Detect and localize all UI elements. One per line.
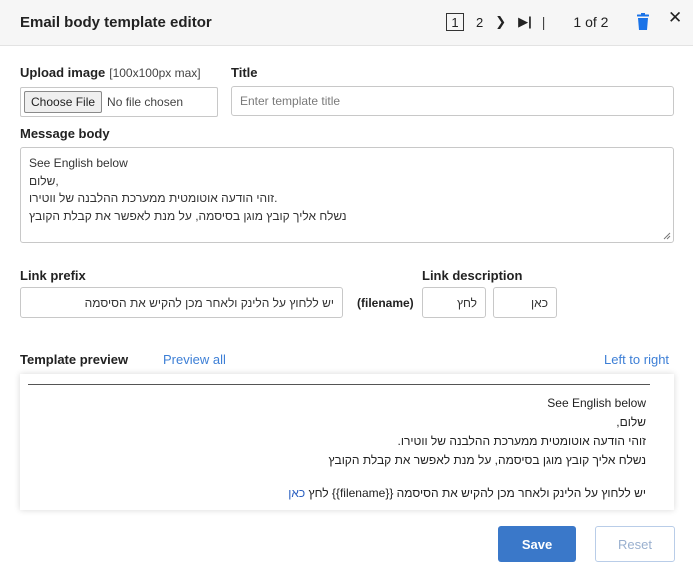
template-preview-box: See English below שלום, זוהי הודעה אוטומ… <box>20 374 674 510</box>
filename-token: (filename) <box>357 296 414 310</box>
direction-toggle-link[interactable]: Left to right <box>604 352 669 367</box>
upload-image-label: Upload image [100x100px max] <box>20 65 201 80</box>
reset-button[interactable]: Reset <box>595 526 675 562</box>
upload-image-label-text: Upload image <box>20 65 106 80</box>
trash-icon[interactable] <box>636 13 650 31</box>
pager: 1 2 ❯ ▶| | 1 of 2 <box>446 11 608 33</box>
preview-link[interactable]: כאן <box>288 486 305 500</box>
preview-link-text: יש ללחוץ על הלינק ולאחר מכן להקיש את הסי… <box>308 486 646 500</box>
message-line: שלום, <box>29 173 59 188</box>
close-icon[interactable]: ✕ <box>668 8 682 28</box>
link-description-label: Link description <box>422 268 523 283</box>
title-input[interactable]: Enter template title <box>231 86 674 116</box>
preview-link-line: יש ללחוץ על הלינק ולאחר מכן להקיש את הסי… <box>288 486 646 500</box>
upload-size-hint: [100x100px max] <box>109 66 201 80</box>
link-prefix-label: Link prefix <box>20 268 86 283</box>
preview-line: נשלח אליך קובץ מוגן בסיסמה, על מנת לאפשר… <box>328 453 646 467</box>
preview-line: See English below <box>547 396 646 410</box>
pager-separator: | <box>541 14 546 30</box>
page-count: 1 of 2 <box>573 14 609 30</box>
chevron-right-icon[interactable]: ❯ <box>495 14 506 30</box>
message-line: זוהי הודעה אוטומטית ממערכת ההלבנה של ווט… <box>29 191 278 205</box>
preview-divider <box>28 384 650 385</box>
message-body-label: Message body <box>20 126 110 141</box>
template-preview-label: Template preview <box>20 352 129 367</box>
page-2-link[interactable]: 2 <box>476 15 483 30</box>
skip-to-last-icon[interactable]: ▶| <box>518 14 532 30</box>
save-button[interactable]: Save <box>498 526 576 562</box>
dialog-header: Email body template editor 1 2 ❯ ▶| | 1 … <box>0 0 693 46</box>
preview-line: זוהי הודעה אוטומטית ממערכת ההלבנה של ווט… <box>397 434 646 448</box>
link-description-input-1[interactable]: לחץ <box>422 287 486 318</box>
preview-line: שלום, <box>616 415 646 429</box>
dialog-title: Email body template editor <box>20 14 212 31</box>
page-current[interactable]: 1 <box>446 13 464 31</box>
preview-all-link[interactable]: Preview all <box>163 352 226 367</box>
link-description-input-2[interactable]: כאן <box>493 287 557 318</box>
message-line: נשלח אליך קובץ מוגן בסיסמה, על מנת לאפשר… <box>29 208 347 223</box>
message-line: See English below <box>29 156 128 170</box>
title-label: Title <box>231 65 258 80</box>
resize-grip-icon[interactable] <box>663 232 671 240</box>
link-prefix-input[interactable]: יש ללחוץ על הלינק ולאחר מכן להקיש את הסי… <box>20 287 343 318</box>
file-input[interactable]: Choose File No file chosen <box>20 87 218 117</box>
choose-file-button[interactable]: Choose File <box>24 91 103 113</box>
message-body-textarea[interactable]: See English below שלום, זוהי הודעה אוטומ… <box>20 147 674 243</box>
file-status: No file chosen <box>107 95 184 109</box>
